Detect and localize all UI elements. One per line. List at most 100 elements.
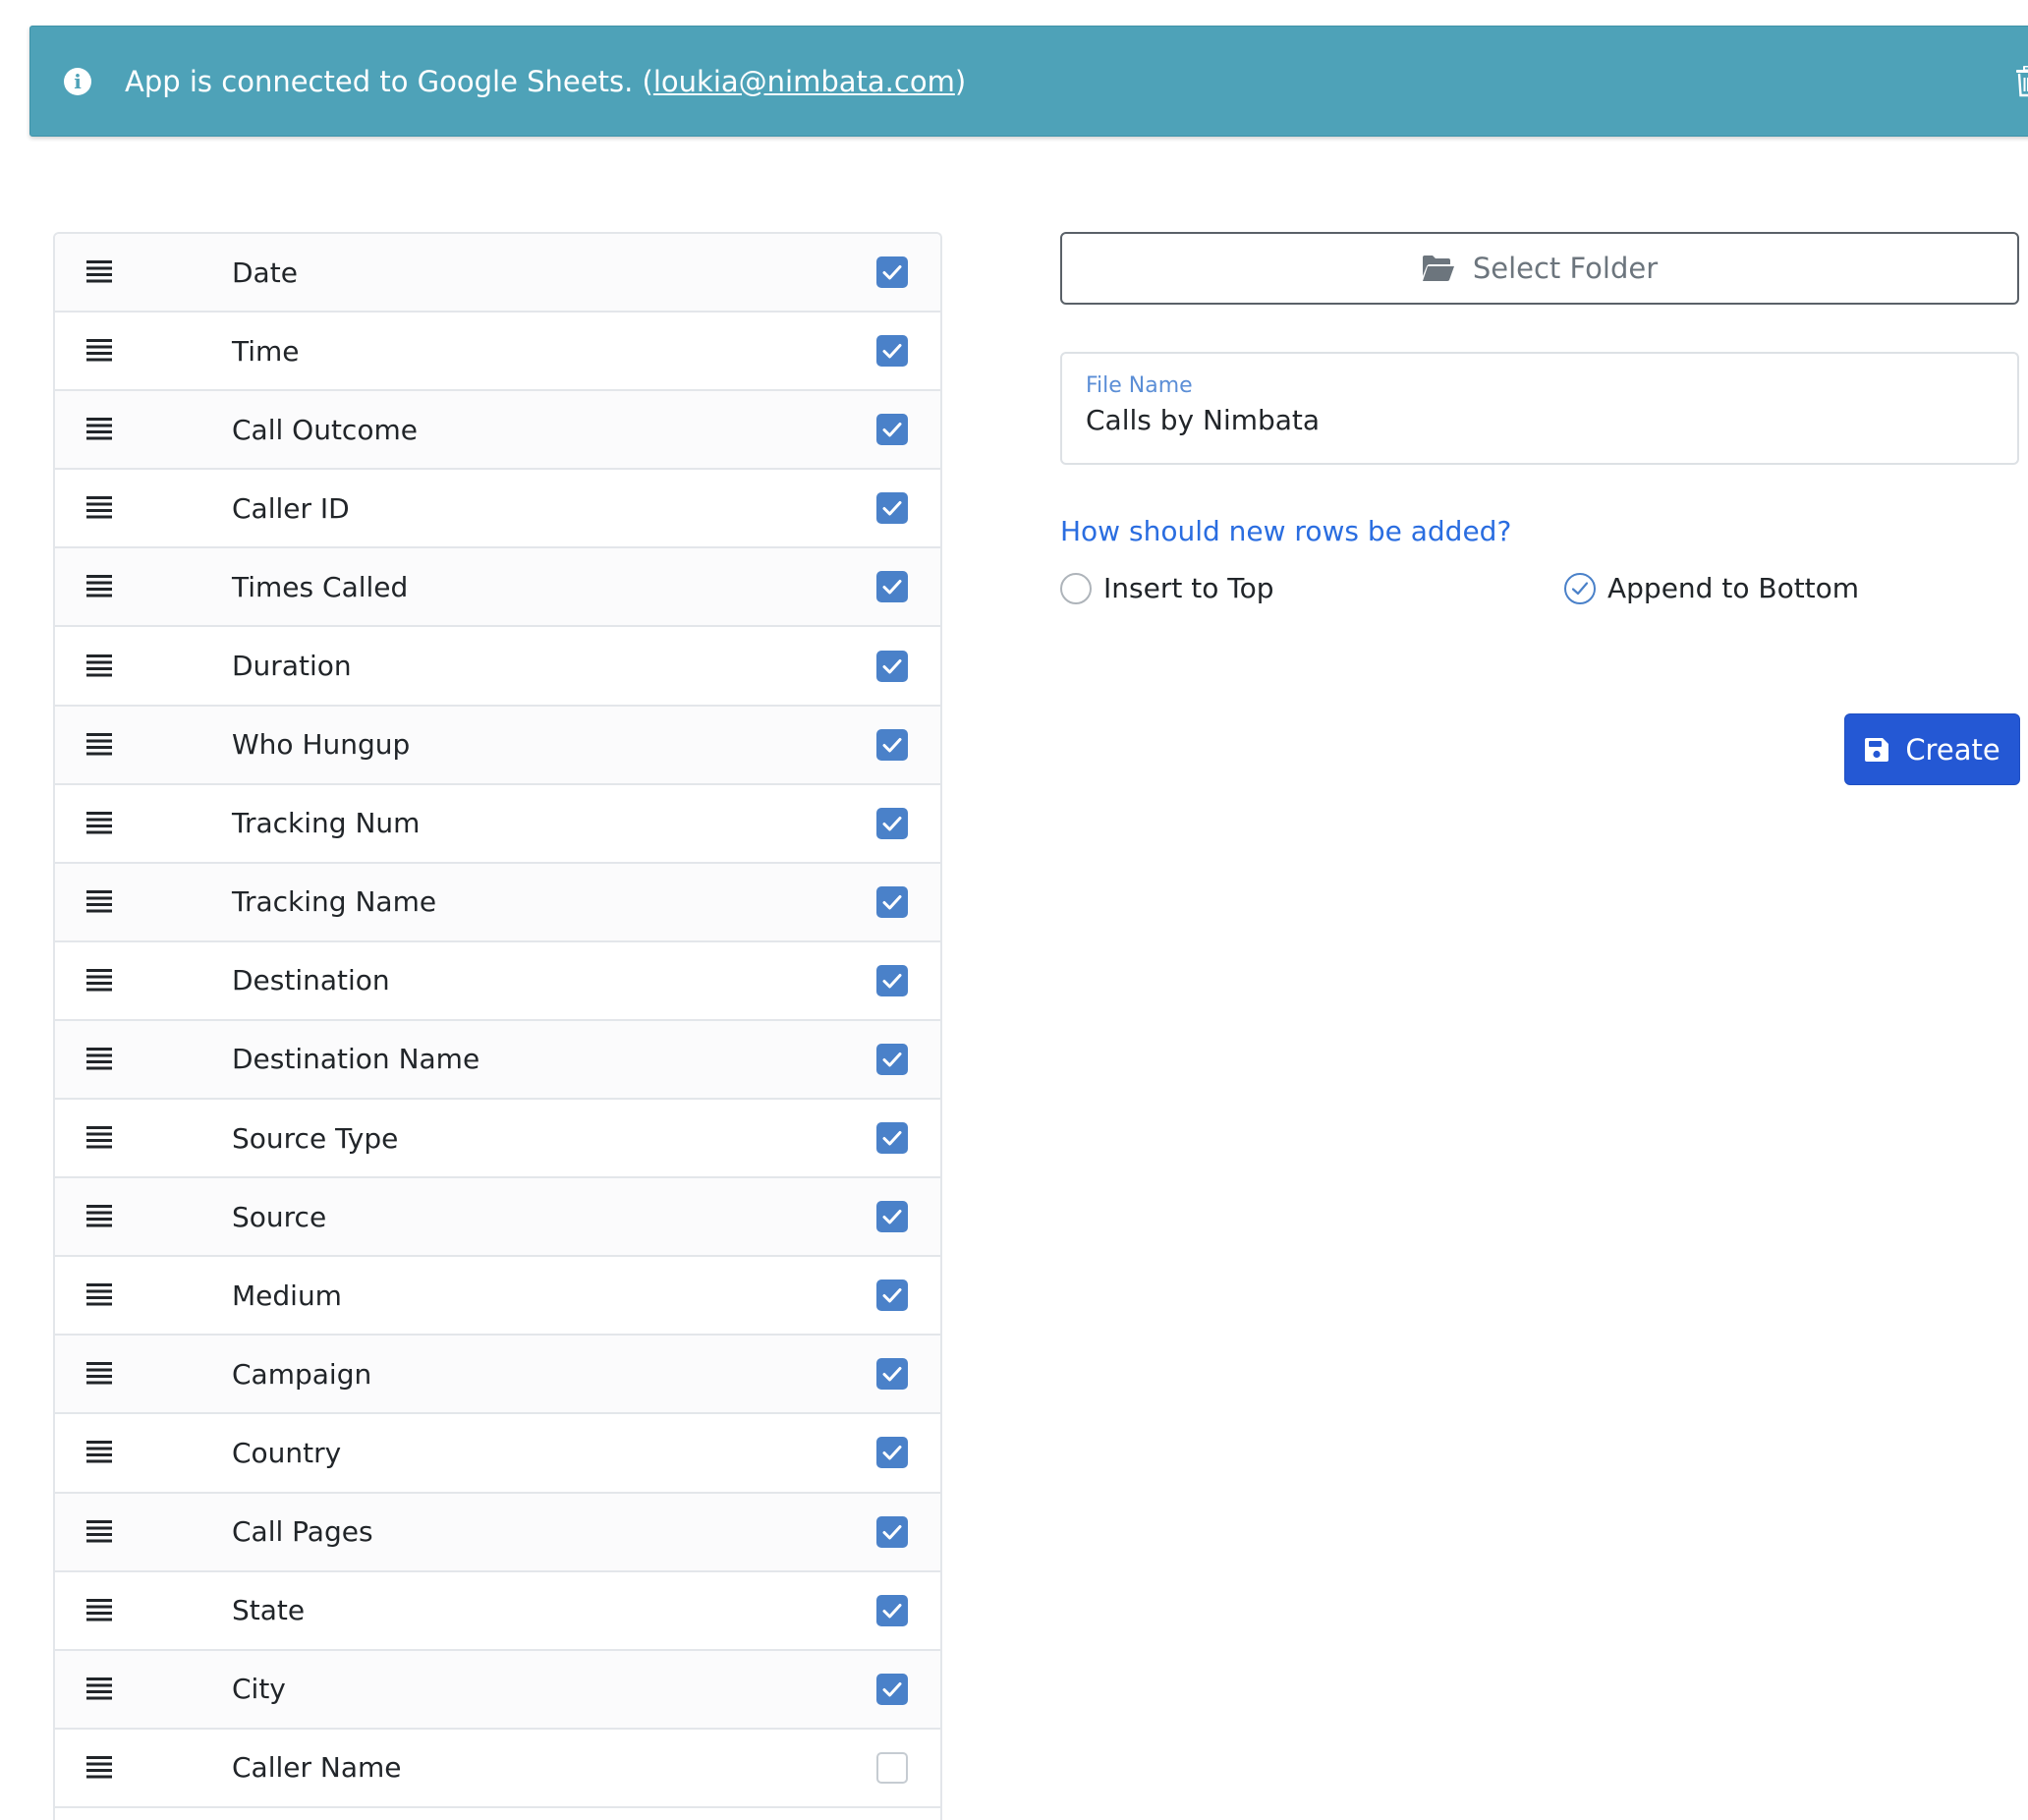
field-checkbox[interactable]	[876, 1673, 908, 1705]
check-icon	[882, 1210, 902, 1224]
field-row[interactable]: Destination	[55, 941, 940, 1021]
field-label: Caller ID	[232, 491, 350, 525]
file-name-label: File Name	[1086, 373, 1193, 398]
field-row[interactable]: Caller ID	[55, 470, 940, 549]
field-checkbox[interactable]	[876, 1201, 908, 1233]
drag-handle-icon[interactable]	[86, 338, 112, 364]
field-label: Campaign	[232, 1357, 372, 1391]
field-checkbox[interactable]	[876, 1358, 908, 1391]
field-checkbox[interactable]	[876, 335, 908, 368]
field-checkbox[interactable]	[876, 728, 908, 761]
field-label: State	[232, 1594, 306, 1627]
banner-text: App is connected to Google Sheets. (	[125, 64, 653, 98]
create-button[interactable]: Create	[1844, 713, 2020, 785]
check-icon	[882, 1446, 902, 1460]
check-icon	[882, 1524, 902, 1540]
drag-handle-icon[interactable]	[86, 417, 112, 442]
field-checkbox[interactable]	[876, 414, 908, 446]
insert-to-top-option[interactable]: Insert to Top	[1060, 572, 1273, 604]
field-checkbox[interactable]	[876, 650, 908, 682]
drag-handle-icon[interactable]	[86, 1519, 112, 1545]
drag-handle-icon[interactable]	[86, 968, 112, 994]
append-to-bottom-label: Append to Bottom	[1607, 572, 1860, 604]
drag-handle-icon[interactable]	[86, 495, 112, 521]
drag-handle-icon[interactable]	[86, 574, 112, 599]
drag-handle-icon[interactable]	[86, 1204, 112, 1229]
field-row[interactable]: Call Pages	[55, 1493, 940, 1572]
field-row[interactable]: Tracking Name	[55, 863, 940, 942]
field-checkbox[interactable]	[876, 1122, 908, 1155]
trash-icon[interactable]	[2015, 66, 2028, 97]
field-row[interactable]: Duration	[55, 627, 940, 707]
check-icon	[882, 1288, 902, 1303]
select-folder-button[interactable]: Select Folder	[1060, 232, 2019, 305]
drag-handle-icon[interactable]	[86, 1282, 112, 1308]
field-checkbox[interactable]	[876, 256, 908, 289]
field-label: Source	[232, 1200, 327, 1233]
append-to-bottom-radio[interactable]	[1564, 572, 1596, 604]
field-row[interactable]: Caller Name	[55, 1729, 940, 1808]
file-name-input[interactable]	[1086, 404, 1994, 436]
drag-handle-icon[interactable]	[86, 1047, 112, 1072]
field-row[interactable]: Call Outcome	[55, 391, 940, 471]
info-icon: i	[64, 67, 91, 95]
check-icon	[1571, 581, 1589, 595]
field-label: Destination	[232, 964, 390, 997]
drag-handle-icon[interactable]	[86, 1598, 112, 1623]
drag-handle-icon[interactable]	[86, 811, 112, 836]
account-email-link[interactable]: loukia@nimbata.com	[653, 65, 955, 98]
file-name-field[interactable]: File Name	[1060, 352, 2019, 465]
field-row[interactable]: Country	[55, 1414, 940, 1494]
field-row[interactable]: Times Called	[55, 548, 940, 628]
field-checkbox[interactable]	[876, 885, 908, 918]
field-checkbox[interactable]	[876, 1751, 908, 1784]
field-row[interactable]: Source Type	[55, 1100, 940, 1179]
insert-to-top-radio[interactable]	[1060, 572, 1092, 604]
banner-suffix: )	[954, 64, 967, 98]
field-checkbox[interactable]	[876, 571, 908, 603]
drag-handle-icon[interactable]	[86, 654, 112, 679]
field-checkbox[interactable]	[876, 964, 908, 996]
field-label: Country	[232, 1436, 342, 1469]
field-checkbox[interactable]	[876, 1594, 908, 1626]
field-row[interactable]: Date	[55, 234, 940, 313]
drag-handle-icon[interactable]	[86, 889, 112, 915]
field-row[interactable]: City	[55, 1650, 940, 1730]
field-checkbox[interactable]	[876, 807, 908, 839]
field-label: Destination Name	[232, 1043, 480, 1076]
append-to-bottom-option[interactable]: Append to Bottom	[1564, 572, 1859, 604]
field-label: Medium	[232, 1279, 342, 1312]
field-label: Duration	[232, 650, 352, 683]
check-icon	[882, 1603, 902, 1619]
field-checkbox[interactable]	[876, 1437, 908, 1469]
drag-handle-icon[interactable]	[86, 1361, 112, 1387]
drag-handle-icon[interactable]	[86, 732, 112, 758]
field-list: Date Time Call Outcome Caller ID Times C…	[53, 232, 942, 1820]
field-checkbox[interactable]	[876, 492, 908, 525]
field-row[interactable]: Source	[55, 1178, 940, 1258]
drag-handle-icon[interactable]	[86, 1125, 112, 1151]
drag-handle-icon[interactable]	[86, 259, 112, 285]
rows-question-label: How should new rows be added?	[1060, 515, 1512, 547]
connection-banner: i App is connected to Google Sheets. (lo…	[29, 26, 2028, 137]
field-checkbox[interactable]	[876, 1043, 908, 1075]
create-button-label: Create	[1905, 732, 2000, 767]
field-row[interactable]: Campaign	[55, 1336, 940, 1415]
field-row[interactable]: Medium	[55, 1257, 940, 1337]
field-checkbox[interactable]	[876, 1280, 908, 1312]
field-row[interactable]: Who Hungup	[55, 706, 940, 785]
field-row[interactable]: State	[55, 1571, 940, 1651]
check-icon	[882, 1681, 902, 1697]
check-icon	[882, 1052, 902, 1067]
field-row[interactable]: Time	[55, 313, 940, 392]
field-label: Tracking Name	[232, 885, 437, 919]
drag-handle-icon[interactable]	[86, 1677, 112, 1702]
drag-handle-icon[interactable]	[86, 1755, 112, 1781]
select-folder-label: Select Folder	[1472, 252, 1659, 285]
field-label: Source Type	[232, 1121, 399, 1155]
field-checkbox[interactable]	[876, 1515, 908, 1548]
field-row[interactable]: Destination Name	[55, 1020, 940, 1101]
field-row[interactable]: Tracking Num	[55, 784, 940, 864]
drag-handle-icon[interactable]	[86, 1440, 112, 1465]
check-icon	[882, 265, 902, 280]
